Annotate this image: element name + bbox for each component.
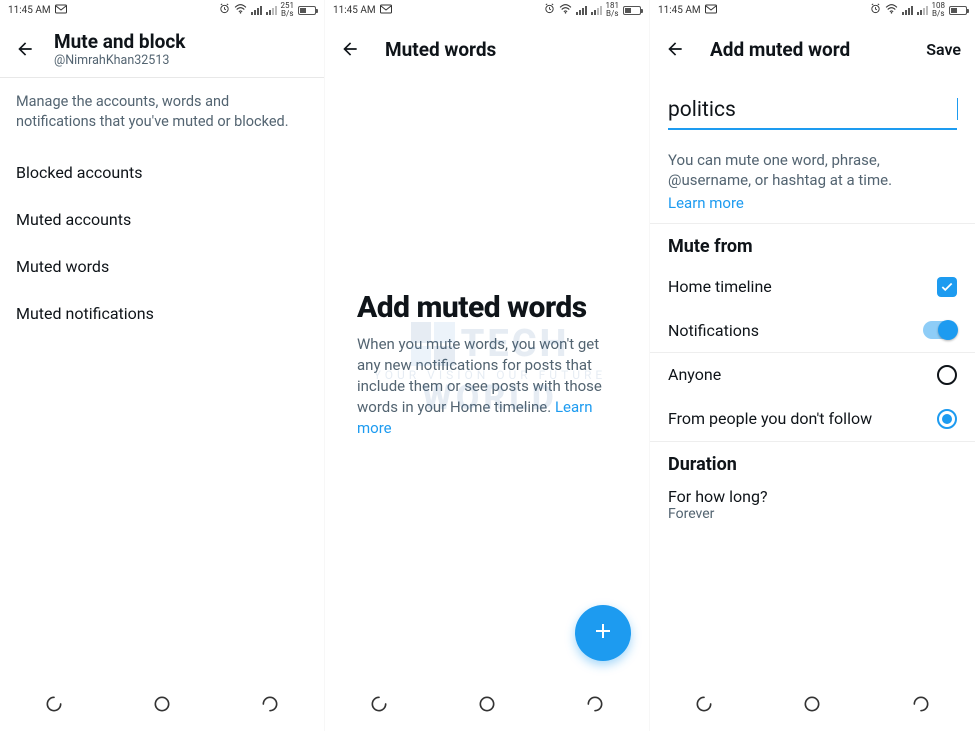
page-subtitle: @NimrahKhan32513 — [54, 53, 185, 68]
battery-icon — [298, 6, 316, 15]
mail-icon — [55, 4, 67, 17]
checkbox-checked-icon — [937, 277, 957, 297]
plus-icon — [591, 619, 615, 647]
app-bar: Mute and block @NimrahKhan32513 — [0, 20, 324, 78]
row-home-timeline[interactable]: Home timeline — [650, 265, 975, 309]
page-title: Muted words — [385, 38, 496, 61]
back-button[interactable] — [664, 38, 686, 60]
alarm-icon — [870, 3, 881, 17]
row-duration[interactable]: For how long? Forever — [650, 483, 975, 534]
muted-word-input[interactable]: politics — [668, 96, 957, 130]
nav-recents-button[interactable] — [43, 693, 65, 715]
add-muted-word-fab[interactable] — [575, 605, 631, 661]
back-button[interactable] — [339, 38, 361, 60]
signal-icon-2 — [591, 6, 602, 15]
list-item-muted-accounts[interactable]: Muted accounts — [0, 196, 324, 243]
signal-icon-2 — [917, 6, 928, 15]
nav-back-button[interactable] — [584, 693, 606, 715]
section-head-duration: Duration — [650, 442, 975, 483]
phone-screen-add-muted-word: 11:45 AM 108B/s A — [650, 0, 975, 731]
list-item-muted-words[interactable]: Muted words — [0, 243, 324, 290]
row-label: Home timeline — [668, 277, 772, 296]
nav-home-button[interactable] — [476, 693, 498, 715]
battery-icon — [949, 6, 967, 15]
row-label: Anyone — [668, 365, 721, 384]
status-time: 11:45 AM — [333, 5, 376, 16]
radio-unselected-icon — [937, 365, 957, 385]
section-head-mute-from: Mute from — [650, 224, 975, 265]
data-rate: 251B/s — [281, 2, 295, 18]
save-button[interactable]: Save — [926, 40, 961, 59]
input-hint: You can mute one word, phrase, @username… — [650, 134, 975, 223]
row-anyone[interactable]: Anyone — [650, 353, 975, 397]
battery-icon — [623, 6, 641, 15]
mail-icon — [705, 4, 717, 17]
nav-recents-button[interactable] — [368, 693, 390, 715]
signal-icon — [902, 6, 913, 15]
nav-back-button[interactable] — [259, 693, 281, 715]
signal-icon — [576, 6, 587, 15]
duration-value: Forever — [668, 506, 957, 522]
status-bar: 11:45 AM 108B/s — [650, 0, 975, 20]
data-rate: 181B/s — [606, 2, 620, 18]
alarm-icon — [219, 3, 230, 17]
wifi-icon — [559, 4, 572, 17]
mail-icon — [380, 4, 392, 17]
list-item-blocked-accounts[interactable]: Blocked accounts — [0, 149, 324, 196]
nav-back-button[interactable] — [910, 693, 932, 715]
back-button[interactable] — [14, 38, 36, 60]
signal-icon-2 — [266, 6, 277, 15]
data-rate: 108B/s — [932, 2, 946, 18]
app-bar: Add muted word Save — [650, 20, 975, 78]
status-bar: 11:45 AM 251B/s — [0, 0, 324, 20]
switch-on-icon — [923, 321, 957, 339]
empty-state-body: When you mute words, you won't get any n… — [357, 334, 617, 439]
nav-recents-button[interactable] — [693, 693, 715, 715]
duration-question: For how long? — [668, 487, 957, 506]
alarm-icon — [544, 3, 555, 17]
row-label: From people you don't follow — [668, 409, 872, 428]
status-bar: 11:45 AM 181B/s — [325, 0, 649, 20]
section-description: Manage the accounts, words and notificat… — [0, 78, 324, 149]
empty-state-title: Add muted words — [357, 291, 617, 324]
status-time: 11:45 AM — [658, 5, 701, 16]
app-bar: Muted words — [325, 20, 649, 78]
learn-more-link[interactable]: Learn more — [668, 193, 957, 213]
radio-selected-icon — [937, 409, 957, 429]
status-time: 11:45 AM — [8, 5, 51, 16]
row-label: Notifications — [668, 321, 759, 340]
wifi-icon — [885, 4, 898, 17]
phone-screen-muted-words: 11:45 AM 181B/s M — [325, 0, 650, 731]
phone-screen-mute-and-block: 11:45 AM 251B/s — [0, 0, 325, 731]
row-from-people-not-followed[interactable]: From people you don't follow — [650, 397, 975, 441]
wifi-icon — [234, 4, 247, 17]
system-nav-bar — [650, 683, 975, 725]
signal-icon — [251, 6, 262, 15]
system-nav-bar — [0, 683, 324, 725]
system-nav-bar — [325, 683, 649, 725]
nav-home-button[interactable] — [801, 693, 823, 715]
nav-home-button[interactable] — [151, 693, 173, 715]
page-title: Add muted word — [710, 38, 850, 61]
page-title: Mute and block — [54, 30, 185, 53]
list-item-muted-notifications[interactable]: Muted notifications — [0, 290, 324, 337]
row-notifications[interactable]: Notifications — [650, 309, 975, 352]
